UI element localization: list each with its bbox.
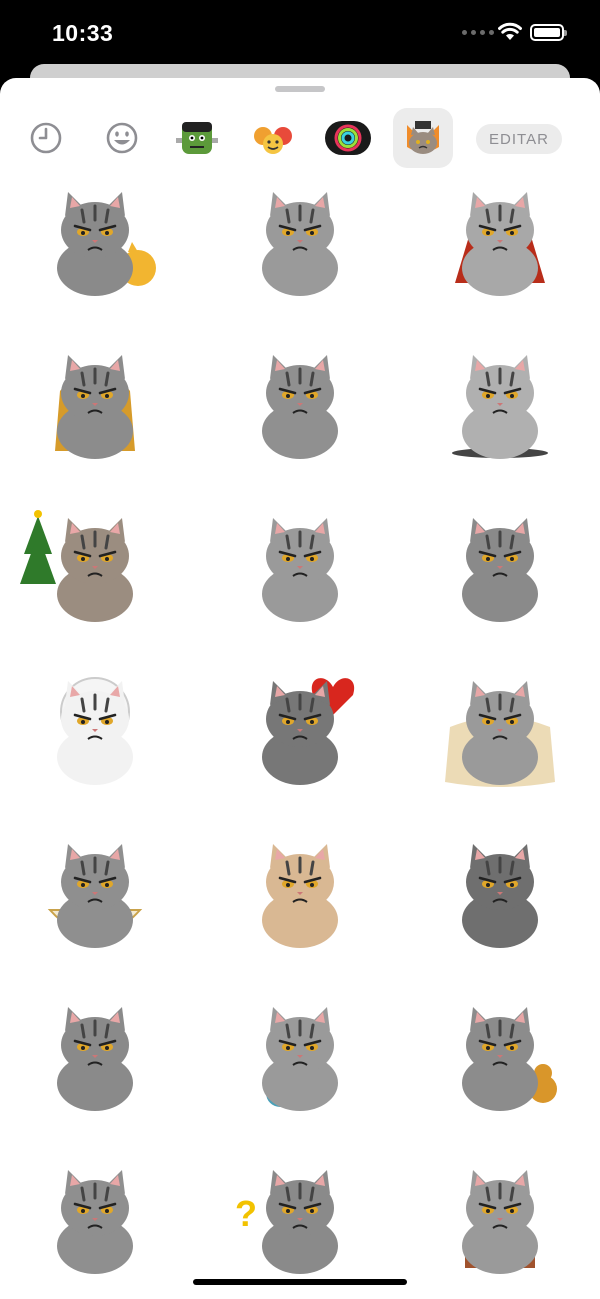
grumpy-cat-sticker-image [445, 681, 555, 787]
sticker-item[interactable] [425, 830, 575, 955]
sticker-item[interactable] [20, 1156, 170, 1281]
grumpy-cat-sticker-image [462, 518, 538, 622]
sticker-item[interactable] [425, 504, 575, 629]
grumpy-cat-sticker-image [57, 677, 133, 785]
home-indicator[interactable] [193, 1279, 407, 1285]
frankenstein-sticker-icon [176, 122, 218, 154]
sticker-item[interactable] [20, 667, 170, 792]
sticker-item[interactable] [20, 341, 170, 466]
grumpy-cat-sticker-image [262, 192, 338, 296]
sticker-item[interactable] [225, 830, 375, 955]
sticker-item[interactable] [425, 341, 575, 466]
grumpy-cat-sticker-image [452, 355, 548, 459]
activity-rings-icon [325, 121, 371, 155]
sticker-item[interactable] [225, 667, 375, 792]
grumpy-cat-sticker-image [462, 844, 538, 948]
cellular-signal-icon [462, 30, 494, 35]
sticker-item[interactable] [225, 178, 375, 303]
wifi-icon [498, 22, 522, 40]
sticker-tab-bar: EDITAR [0, 106, 600, 170]
status-bar: 10:33 [0, 0, 600, 70]
sheet-grabber[interactable] [275, 86, 325, 92]
smiley-icon [106, 122, 138, 154]
sticker-item[interactable]: ? [225, 1156, 375, 1281]
sticker-item[interactable] [20, 504, 170, 629]
sticker-item[interactable] [425, 667, 575, 792]
sticker-item[interactable] [425, 993, 575, 1118]
sticker-item[interactable] [20, 993, 170, 1118]
cat-sticker-icon [407, 121, 439, 154]
grumpy-cat-sticker-image [57, 1007, 133, 1111]
tab-emoji[interactable] [92, 108, 152, 168]
grumpy-cat-sticker-image: ? [235, 1170, 338, 1274]
sticker-item[interactable] [20, 830, 170, 955]
grumpy-cat-sticker-image [262, 518, 338, 622]
grumpy-cat-sticker-image [57, 1170, 133, 1274]
tab-activity-rings[interactable] [318, 108, 378, 168]
svg-text:?: ? [235, 1193, 257, 1234]
battery-icon [530, 24, 567, 41]
sticker-item[interactable] [225, 993, 375, 1118]
grumpy-cat-sticker-image [262, 678, 355, 785]
grumpy-cat-sticker-image [262, 1007, 338, 1111]
tab-emoji-faces-pack[interactable] [243, 108, 303, 168]
grumpy-cat-sticker-image [55, 355, 135, 459]
grumpy-cat-sticker-image [20, 510, 133, 622]
sticker-item[interactable] [225, 341, 375, 466]
sticker-item[interactable] [225, 504, 375, 629]
grumpy-cat-sticker-image [262, 355, 338, 459]
clock-icon [30, 122, 62, 154]
tab-recents[interactable] [16, 108, 76, 168]
sticker-item[interactable] [425, 1156, 575, 1281]
grumpy-cat-sticker-image [455, 192, 545, 296]
sticker-item[interactable] [425, 178, 575, 303]
grumpy-cat-sticker-image [262, 844, 338, 948]
tab-frankenstein-pack[interactable] [167, 108, 227, 168]
grumpy-cat-sticker-image [47, 844, 143, 948]
grumpy-cat-sticker-image [57, 192, 156, 296]
status-time: 10:33 [52, 20, 114, 46]
grumpy-cat-sticker-image [462, 1170, 538, 1274]
sticker-sheet: EDITAR ? [0, 78, 600, 1299]
grumpy-cat-sticker-image [462, 1007, 557, 1111]
sticker-item[interactable] [20, 178, 170, 303]
edit-button[interactable]: EDITAR [476, 124, 562, 154]
emoji-group-icon [254, 127, 292, 154]
tab-grumpy-cat-pack[interactable] [393, 108, 453, 168]
